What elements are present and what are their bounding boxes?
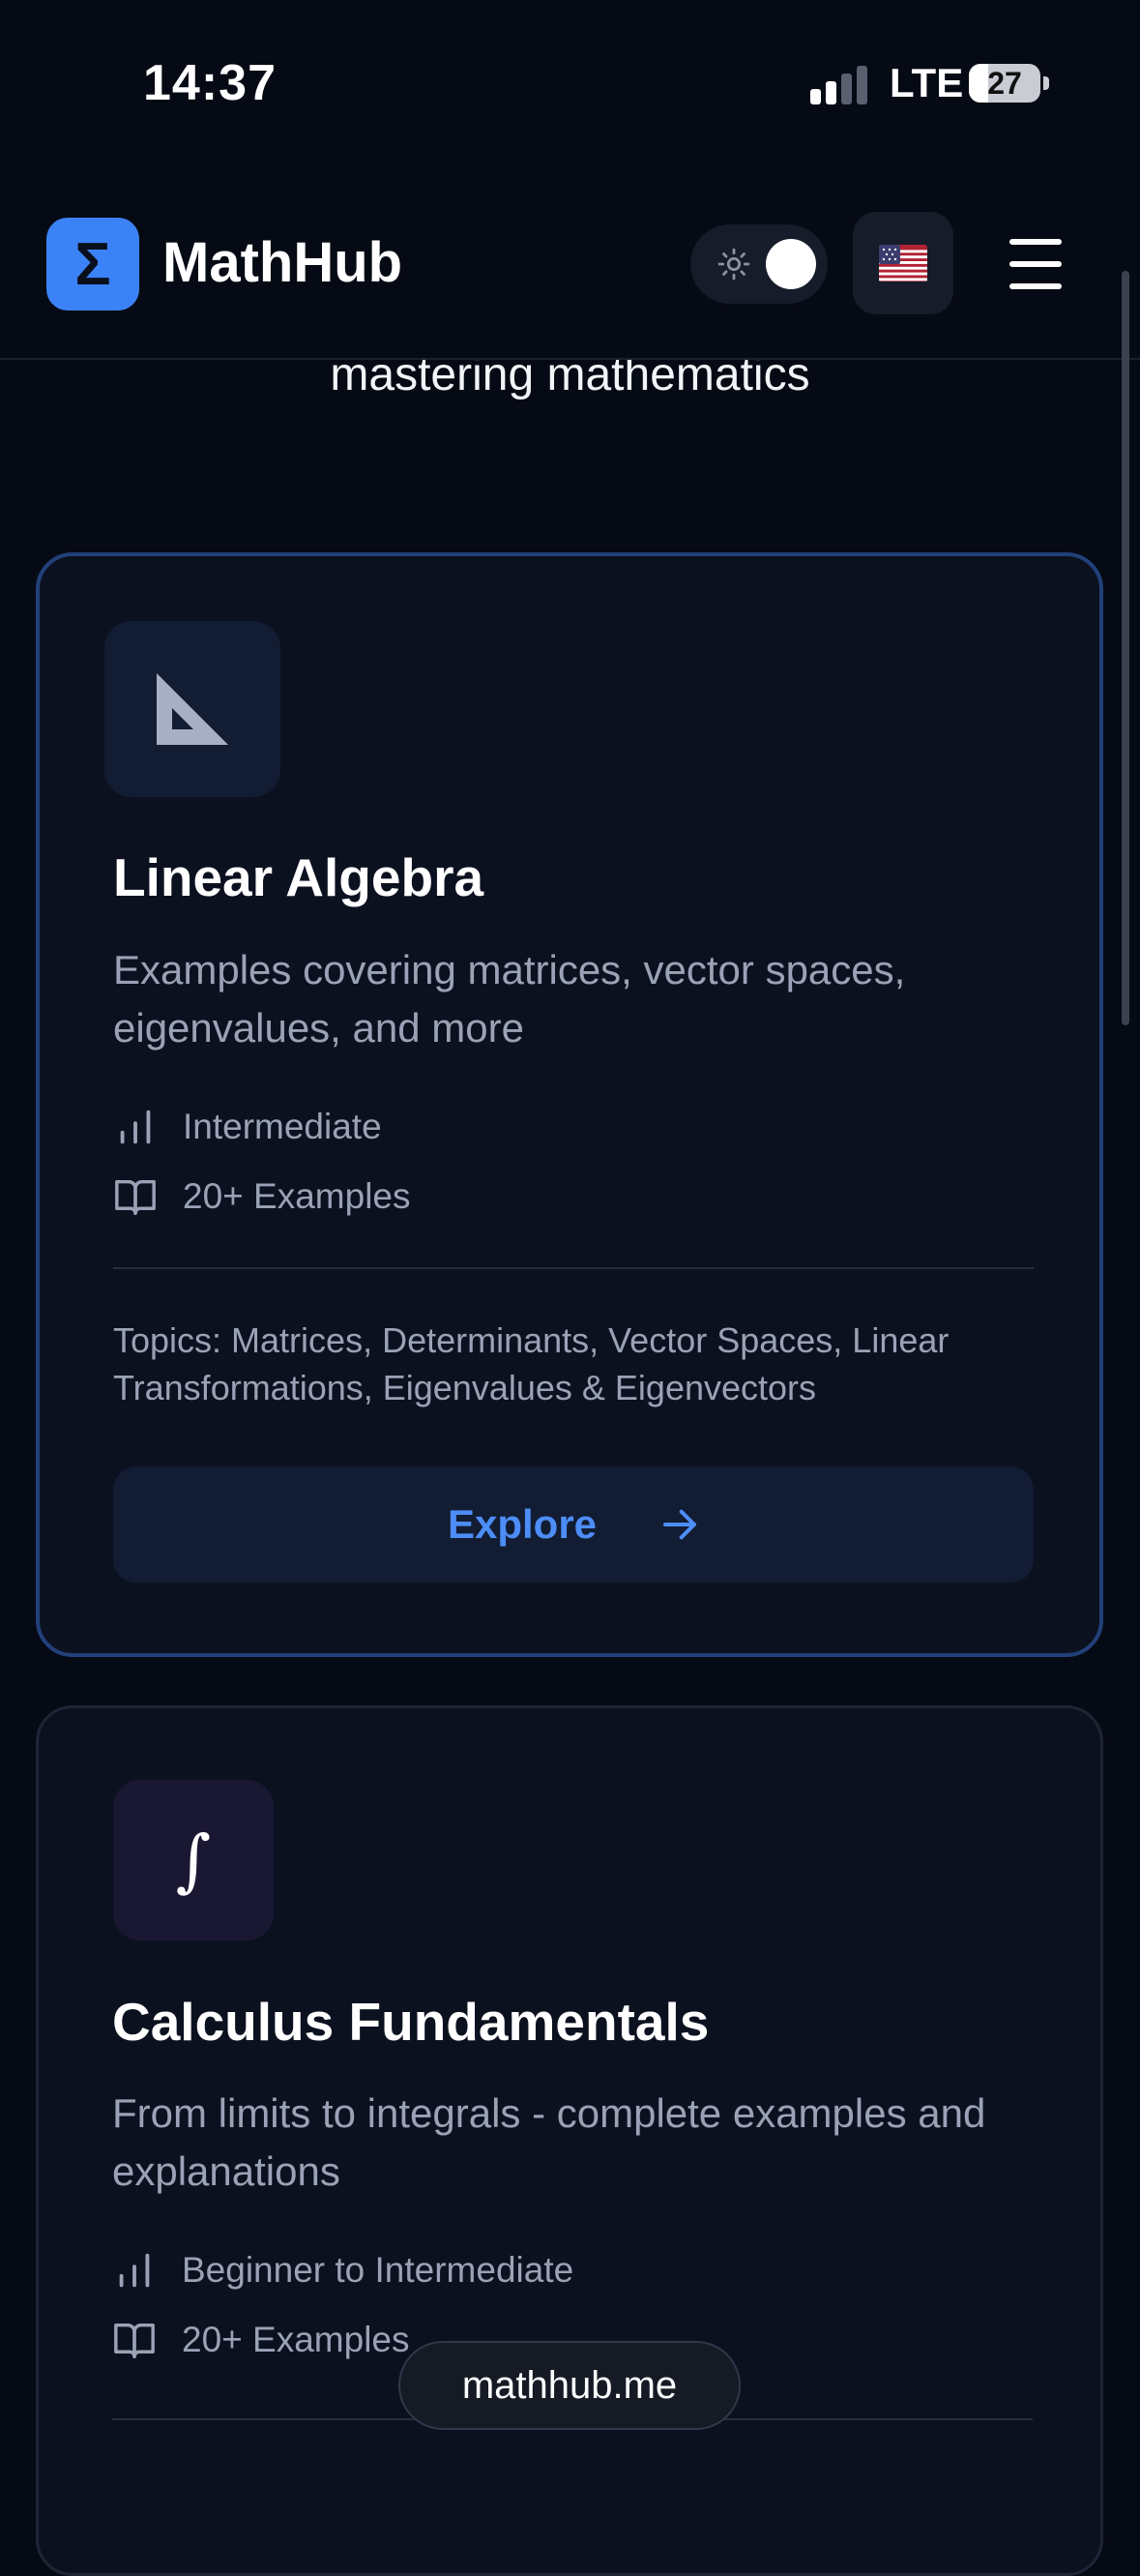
theme-toggle[interactable] [690, 224, 828, 304]
course-topics: Topics: Matrices, Determinants, Vector S… [113, 1320, 950, 1407]
course-level: Beginner to Intermediate [112, 2246, 573, 2295]
course-description: From limits to integrals - complete exam… [112, 2090, 986, 2194]
course-level-label: Beginner to Intermediate [182, 2250, 574, 2290]
course-description: Examples covering matrices, vector space… [113, 947, 906, 1051]
explore-button[interactable]: Explore [113, 1466, 1034, 1583]
set-square-icon [157, 673, 228, 745]
toggle-knob [766, 239, 816, 289]
card-divider [113, 1267, 1034, 1269]
battery-tip [1043, 76, 1049, 90]
bar-chart-icon [120, 1110, 151, 1144]
logo-icon[interactable]: Σ [46, 218, 139, 311]
open-book-icon [114, 2323, 155, 2358]
status-time: 14:37 [143, 55, 277, 111]
battery-icon: 27 [969, 64, 1040, 103]
us-flag-icon [879, 245, 927, 281]
course-title: Linear Algebra [113, 847, 484, 907]
open-book-icon [115, 1179, 156, 1215]
page-scrollbar[interactable] [1122, 271, 1129, 1025]
browser-url-pill[interactable]: mathhub.me [398, 2341, 741, 2430]
hamburger-icon [1009, 239, 1062, 245]
course-title: Calculus Fundamentals [112, 1992, 710, 2052]
explore-label: Explore [447, 1501, 598, 1547]
integral-icon: ∫ [113, 1780, 274, 1940]
site-header: Σ MathHub [0, 169, 1140, 360]
sun-icon [717, 248, 750, 281]
course-card-linear-algebra[interactable]: Linear Algebra Examples covering matrice… [36, 552, 1103, 1657]
language-button[interactable] [853, 212, 953, 314]
course-examples: 20+ Examples [112, 2316, 410, 2364]
battery-level: 27 [987, 66, 1022, 101]
course-examples-count: 20+ Examples [182, 2320, 410, 2359]
course-level: Intermediate [113, 1103, 382, 1151]
status-bar: 14:37 LTE 27 [0, 0, 1140, 169]
course-examples-count: 20+ Examples [183, 1176, 411, 1216]
course-card-calculus[interactable]: ∫ Calculus Fundamentals From limits to i… [36, 1705, 1103, 2576]
cellular-signal-icon [810, 64, 870, 104]
course-level-label: Intermediate [183, 1107, 382, 1146]
brand-name[interactable]: MathHub [162, 230, 402, 295]
network-type: LTE [890, 60, 964, 105]
course-icon-tile [104, 621, 280, 797]
bar-chart-icon [119, 2253, 150, 2288]
arrow-right-icon [663, 1509, 697, 1540]
course-examples: 20+ Examples [113, 1172, 411, 1221]
menu-button[interactable] [996, 222, 1075, 307]
